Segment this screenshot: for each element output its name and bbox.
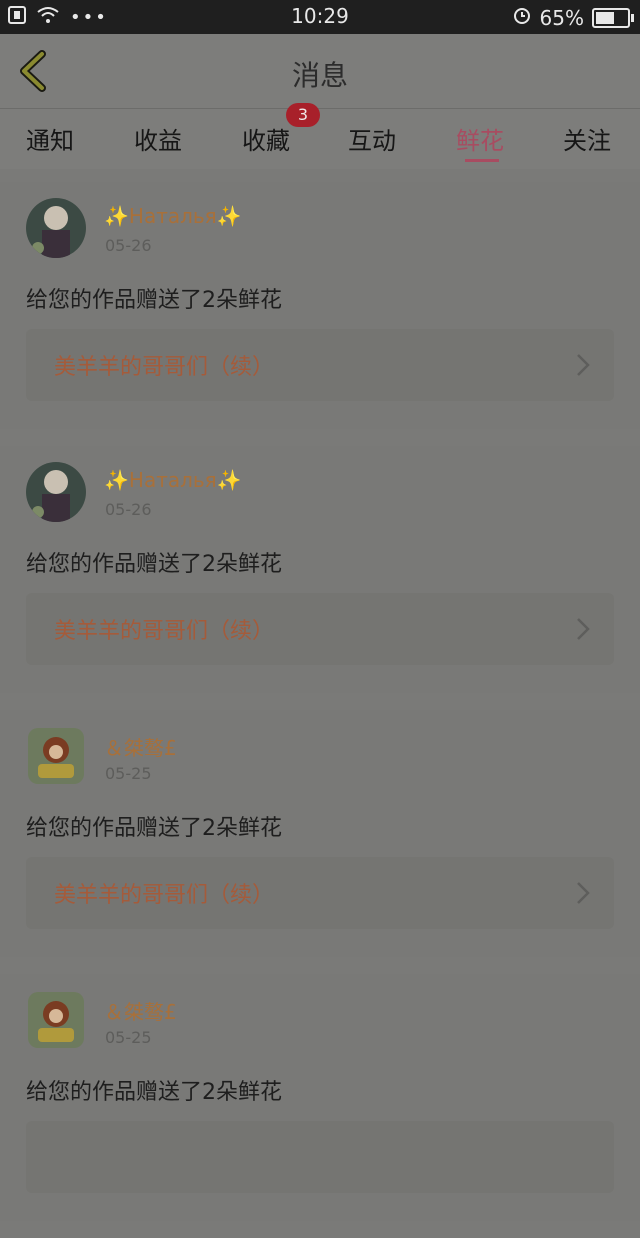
header: 消息 [0,34,640,109]
tab-flowers[interactable]: 鲜花 [456,121,504,156]
alarm-icon [512,5,532,30]
message-text: 给您的作品赠送了2朵鲜花 [26,288,282,313]
tab-earnings[interactable]: 收益 [134,121,182,156]
chevron-right-icon [577,882,590,904]
sender-name[interactable]: ＆桀骜£ [104,996,177,1025]
work-title: 美羊羊的哥哥们（续） [54,883,275,908]
work-link[interactable] [26,1121,614,1193]
message-date: 05-25 [105,1028,152,1047]
tab-notifications[interactable]: 通知 [26,121,74,156]
tab-bar: 通知 收益 收藏 互动 鲜花 关注 [0,109,640,169]
list-item: ＆桀骜£ 05-25 给您的作品赠送了2朵鲜花 美羊羊的哥哥们（续） [0,710,640,957]
sender-name[interactable]: ✨Наталья✨ [104,204,242,228]
page-title: 消息 [291,59,348,92]
status-bar: ••• 10:29 65% [0,0,640,34]
favorites-badge: 3 [286,103,320,127]
list-item: ✨Наталья✨ 05-26 给您的作品赠送了2朵鲜花 美羊羊的哥哥们（续） [0,446,640,693]
active-tab-indicator [465,159,499,162]
battery-percent: 65% [539,5,584,30]
chevron-right-icon [577,618,590,640]
tab-following[interactable]: 关注 [563,121,611,156]
tab-interactions[interactable]: 互动 [348,121,396,156]
work-title: 美羊羊的哥哥们（续） [54,619,275,644]
sender-name[interactable]: ✨Наталья✨ [104,468,242,492]
work-link[interactable]: 美羊羊的哥哥们（续） [26,857,614,929]
chevron-right-icon [577,354,590,376]
message-text: 给您的作品赠送了2朵鲜花 [26,552,282,577]
message-date: 05-25 [105,764,152,783]
avatar[interactable] [26,198,86,258]
avatar[interactable] [28,992,84,1048]
avatar[interactable] [26,462,86,522]
list-item: ✨Наталья✨ 05-26 给您的作品赠送了2朵鲜花 美羊羊的哥哥们（续） [0,182,640,429]
list-item: ＆桀骜£ 05-25 给您的作品赠送了2朵鲜花 [0,974,640,1221]
sender-name[interactable]: ＆桀骜£ [104,732,177,761]
work-title: 美羊羊的哥哥们（续） [54,355,275,380]
tab-favorites[interactable]: 收藏 [242,121,290,156]
message-text: 给您的作品赠送了2朵鲜花 [26,816,282,841]
work-link[interactable]: 美羊羊的哥哥们（续） [26,593,614,665]
work-link[interactable]: 美羊羊的哥哥们（续） [26,329,614,401]
message-text: 给您的作品赠送了2朵鲜花 [26,1080,282,1105]
avatar[interactable] [28,728,84,784]
message-date: 05-26 [105,500,152,519]
message-date: 05-26 [105,236,152,255]
battery-icon [592,7,634,28]
message-list: ✨Наталья✨ 05-26 给您的作品赠送了2朵鲜花 美羊羊的哥哥们（续） … [0,182,640,1238]
